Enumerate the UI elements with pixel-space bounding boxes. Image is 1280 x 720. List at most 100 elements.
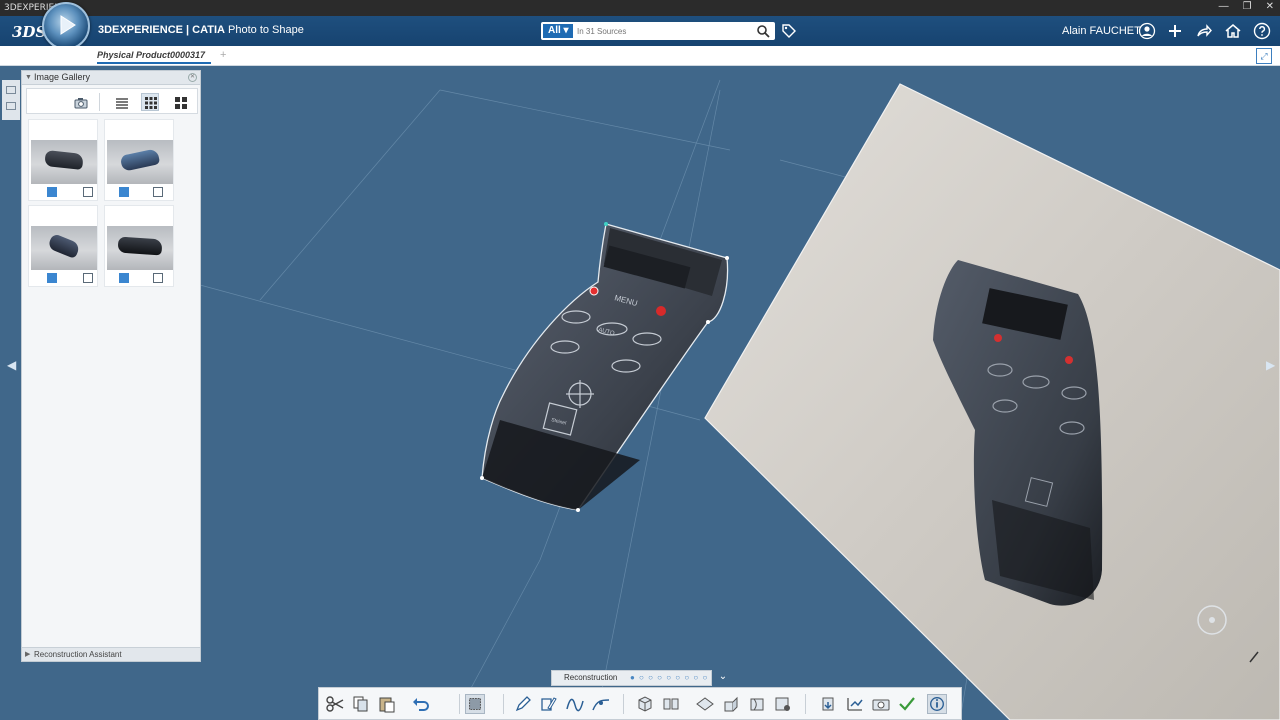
share-icon[interactable] [1195, 22, 1213, 40]
gallery-thumbnail-4[interactable] [104, 205, 174, 287]
copy-icon [353, 696, 368, 712]
extrude-button[interactable] [721, 694, 741, 714]
thumbnail-photo [31, 140, 97, 184]
subdivision-cube-button[interactable] [635, 694, 655, 714]
capture-icon [775, 697, 790, 711]
use-image-icon[interactable] [47, 273, 57, 283]
undo-button[interactable] [411, 694, 431, 714]
minimize-icon[interactable]: — [1219, 1, 1229, 12]
edit-curve-icon [592, 699, 610, 711]
close-panel-icon[interactable]: ✕ [188, 73, 197, 82]
grid-view-button[interactable] [141, 93, 159, 111]
draw-on-surface-button[interactable] [539, 694, 559, 714]
search-input[interactable] [577, 23, 753, 39]
gallery-thumbnail-2[interactable] [104, 119, 174, 201]
plus-icon[interactable] [1166, 22, 1184, 40]
tag-icon[interactable] [781, 23, 797, 39]
copy-button[interactable] [351, 694, 371, 714]
grid-icon [145, 97, 157, 109]
actionbar-divider [623, 694, 624, 714]
project-icon [696, 697, 714, 711]
restore-icon[interactable]: ❐ [1243, 1, 1252, 12]
app-header: 3DS 3DEXPERIENCE | CATIA Photo to Shape … [0, 16, 1280, 46]
measure-icon [847, 698, 863, 711]
image-options-icon[interactable] [83, 273, 93, 283]
add-tab-button[interactable]: + [220, 49, 226, 61]
actionbar-collapse-icon[interactable]: ⌄ [716, 671, 730, 685]
project-button[interactable] [695, 694, 715, 714]
compass-icon[interactable] [42, 2, 90, 50]
reconstruction-assistant-bar[interactable]: ▶ Reconstruction Assistant [22, 647, 200, 661]
image-options-icon[interactable] [153, 187, 163, 197]
section-pager-dots[interactable]: ● ○ ○ ○ ○ ○ ○ ○ ○ [630, 671, 708, 685]
gallery-toolbar [26, 88, 198, 114]
import-photo-button[interactable] [71, 93, 89, 111]
symmetry-button[interactable] [661, 694, 681, 714]
app-window: 3DEXPERIENCE — ❐ ✕ 3DS 3DEXPERIENCE | CA… [0, 0, 1280, 720]
curve-network-button[interactable] [565, 694, 585, 714]
remote-3d-model[interactable]: MENU AUTO Steinel [480, 222, 729, 512]
tree-icon[interactable] [6, 86, 16, 94]
home-icon[interactable] [1224, 22, 1242, 40]
measure-button[interactable] [845, 694, 865, 714]
info-button[interactable] [927, 694, 947, 714]
image-options-icon[interactable] [153, 273, 163, 283]
actionbar-divider [503, 694, 504, 714]
select-icon [469, 698, 481, 710]
list-view-button[interactable] [112, 93, 130, 111]
actionbar-divider [805, 694, 806, 714]
list-icon [116, 98, 128, 109]
expand-icon[interactable]: ⤢ [1256, 48, 1272, 64]
edit-curve-button[interactable] [591, 694, 611, 714]
symmetry-icon [663, 698, 679, 710]
face-icon [750, 698, 764, 711]
panel-collapse-right-icon[interactable]: ▶ [1266, 358, 1275, 372]
large-grid-view-button[interactable] [171, 93, 189, 111]
camera-icon [74, 98, 88, 109]
user-name[interactable]: Alain FAUCHET [1062, 25, 1141, 37]
actionbar-section-tab[interactable]: Reconstruction ● ○ ○ ○ ○ ○ ○ ○ ○ [551, 670, 712, 686]
reconstruction-assistant-label: Reconstruction Assistant [34, 650, 122, 659]
panel-edge-tabs[interactable] [2, 80, 20, 120]
face-button[interactable] [747, 694, 767, 714]
app-name: Photo to Shape [228, 24, 304, 36]
use-image-icon[interactable] [47, 187, 57, 197]
image-options-icon[interactable] [83, 187, 93, 197]
paste-button[interactable] [377, 694, 397, 714]
info-icon [930, 697, 944, 711]
image-gallery-panel: ▼ Image Gallery ✕ ▶ Reconstruction Assis… [21, 70, 201, 662]
import-button[interactable] [819, 694, 839, 714]
thumbnail-photo [107, 140, 173, 184]
select-mode-button[interactable] [465, 694, 485, 714]
gallery-thumbnail-1[interactable] [28, 119, 98, 201]
toolbar-divider [99, 93, 100, 111]
cut-button[interactable] [325, 694, 345, 714]
close-window-icon[interactable]: ✕ [1266, 1, 1274, 12]
help-icon[interactable] [1253, 22, 1271, 40]
user-icon[interactable] [1138, 22, 1156, 40]
use-image-icon[interactable] [119, 187, 129, 197]
extrude-icon [724, 696, 738, 712]
sketch-curve-button[interactable] [513, 694, 533, 714]
search-scope-dropdown[interactable]: All ▾ [543, 24, 573, 38]
os-title-bar: 3DEXPERIENCE — ❐ ✕ [0, 0, 1280, 16]
undo-icon [413, 698, 429, 711]
thumbnail-photo [31, 226, 97, 270]
snapshot-button[interactable] [871, 694, 891, 714]
validate-button[interactable] [897, 694, 917, 714]
action-bar [318, 687, 962, 720]
collapse-triangle-icon[interactable]: ▼ [25, 71, 32, 84]
surface-pencil-icon [541, 697, 557, 711]
panel-collapse-left-icon[interactable]: ◀ [7, 358, 16, 372]
search-icon[interactable] [756, 24, 770, 38]
capture-button[interactable] [773, 694, 793, 714]
gallery-header: ▼ Image Gallery ✕ [22, 71, 200, 85]
pencil-icon [515, 696, 531, 712]
window-controls: — ❐ ✕ [1219, 1, 1274, 12]
use-image-icon[interactable] [119, 273, 129, 283]
tab-bar: Physical Product0000317 + ⤢ [0, 46, 1280, 66]
tab-physical-product[interactable]: Physical Product0000317 [97, 50, 211, 64]
gallery-tab-icon[interactable] [6, 102, 16, 110]
gallery-thumbnail-3[interactable] [28, 205, 98, 287]
expand-triangle-icon[interactable]: ▶ [25, 648, 30, 661]
